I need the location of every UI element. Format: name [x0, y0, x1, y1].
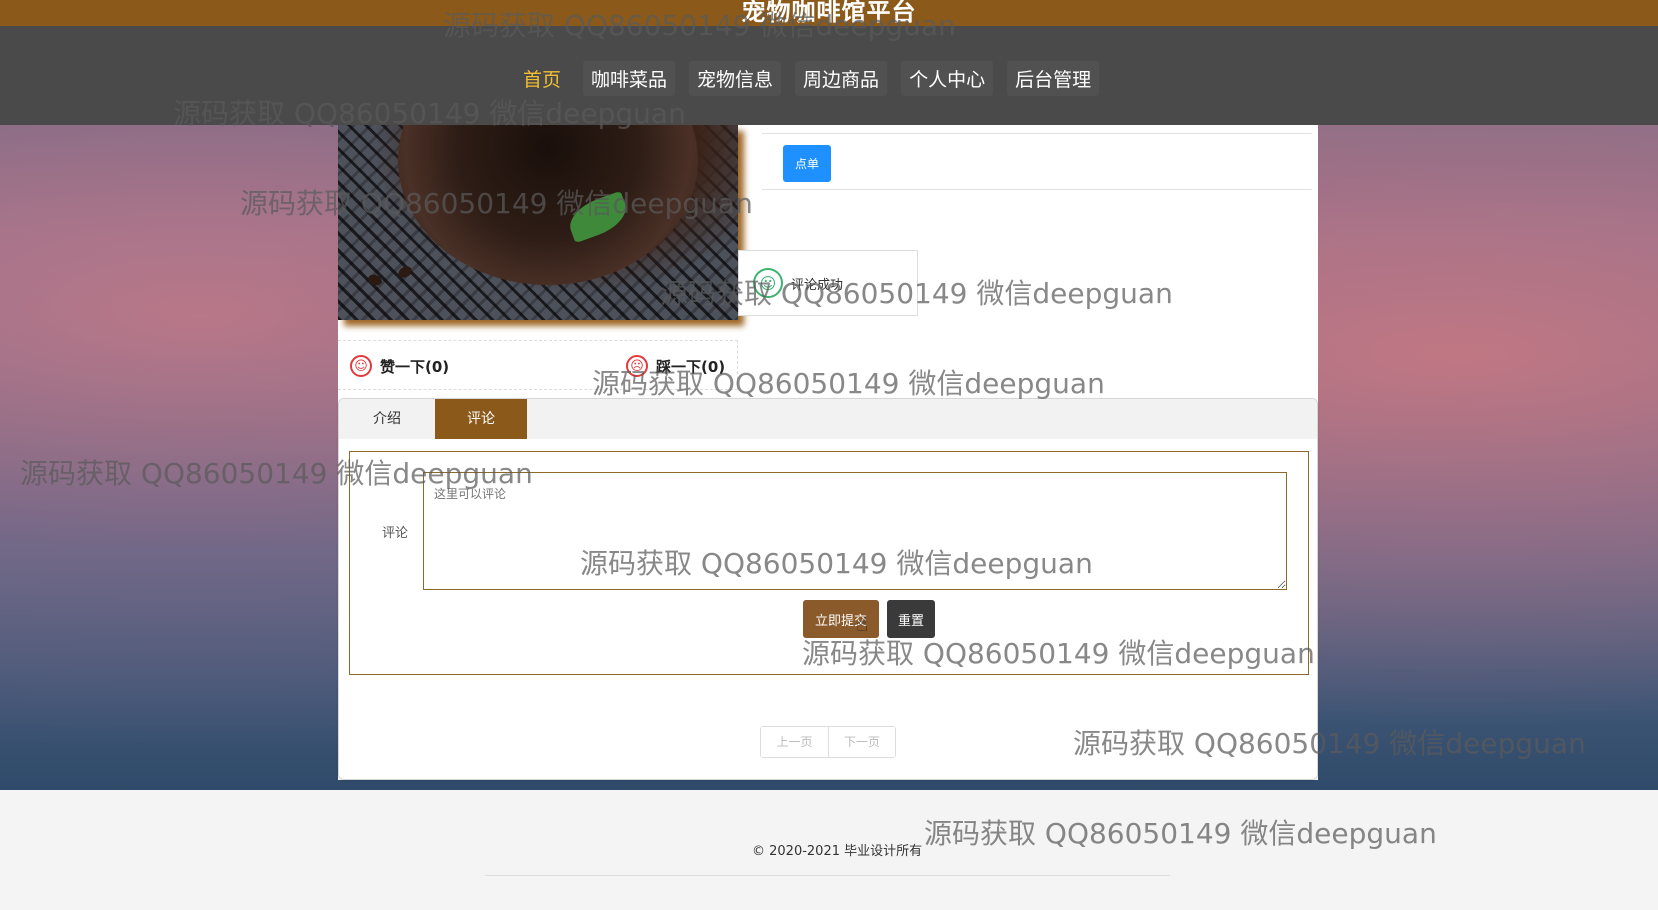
- toast-message: 评论成功: [791, 277, 844, 293]
- dislike-button[interactable]: ☹ 踩一下(0): [626, 355, 725, 377]
- dislike-label: 踩一下(0): [656, 357, 726, 376]
- detail-tabs-panel: 介绍 评论 评论 立即提交 重置 ☝ 上一页 下一页: [338, 398, 1318, 780]
- reset-button[interactable]: 重置: [887, 600, 935, 638]
- nav-item-merchandise[interactable]: 周边商品: [795, 61, 888, 96]
- site-title: 宠物咖啡馆平台: [741, 0, 917, 26]
- footer-divider: [485, 875, 1170, 876]
- tab-comments[interactable]: 评论: [435, 399, 527, 439]
- divider: [762, 133, 1312, 134]
- like-button[interactable]: ☺ 赞一下(0): [350, 355, 449, 377]
- success-toast: ☺ 评论成功: [738, 250, 918, 316]
- site-title-bar: 宠物咖啡馆平台: [0, 0, 1658, 26]
- frown-icon: ☹: [626, 355, 648, 377]
- vote-bar: ☺ 赞一下(0) ☹ 踩一下(0): [338, 340, 738, 390]
- nav-item-home[interactable]: 首页: [515, 61, 569, 96]
- tab-intro[interactable]: 介绍: [339, 399, 435, 439]
- pagination: 上一页 下一页: [760, 726, 896, 758]
- comment-field-label: 评论: [382, 526, 409, 541]
- coffee-bean-graphic: [366, 272, 384, 288]
- prev-page-button[interactable]: 上一页: [761, 727, 828, 757]
- next-page-button[interactable]: 下一页: [828, 727, 895, 757]
- copyright-text: © 2020-2021 毕业设计所有: [752, 844, 923, 859]
- comment-input[interactable]: [423, 472, 1287, 590]
- nav-menu: 首页 咖啡菜品 宠物信息 周边商品 个人中心 后台管理: [515, 61, 1113, 96]
- coffee-bean-graphic: [396, 264, 414, 280]
- coffee-cup-graphic: [398, 125, 698, 285]
- nav-item-pet-info[interactable]: 宠物信息: [689, 61, 782, 96]
- main-navbar: 首页 咖啡菜品 宠物信息 周边商品 个人中心 后台管理: [0, 26, 1658, 125]
- nav-item-profile[interactable]: 个人中心: [901, 61, 994, 96]
- like-label: 赞一下(0): [380, 357, 450, 376]
- nav-item-admin[interactable]: 后台管理: [1007, 61, 1100, 96]
- divider: [762, 189, 1312, 190]
- tabs-header: 介绍 评论: [339, 399, 1317, 439]
- smile-icon: ☺: [753, 268, 783, 298]
- comment-form: 评论 立即提交 重置 ☝: [349, 451, 1309, 675]
- product-image: [338, 125, 738, 320]
- nav-item-coffee-dishes[interactable]: 咖啡菜品: [583, 61, 676, 96]
- mouse-pointer-icon: ☝: [856, 612, 869, 636]
- order-button[interactable]: 点单: [783, 145, 831, 182]
- footer: © 2020-2021 毕业设计所有: [0, 800, 1658, 910]
- smile-icon: ☺: [350, 355, 372, 377]
